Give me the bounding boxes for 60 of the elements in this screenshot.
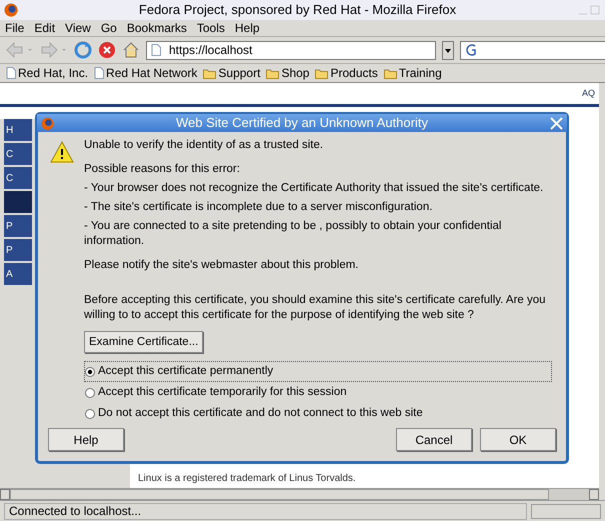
menu-item[interactable]: Help: [234, 19, 260, 37]
bookmark-item[interactable]: Red Hat, Inc.: [6, 64, 88, 82]
dialog-button[interactable]: Cancel: [396, 428, 472, 451]
dialog-title: Web Site Certified by an Unknown Authority: [175, 114, 429, 132]
close-icon[interactable]: [550, 116, 563, 130]
radio-button[interactable]: [85, 408, 95, 418]
bookmark-item[interactable]: Red Hat Network: [94, 64, 198, 82]
menu-item[interactable]: Go: [100, 19, 117, 37]
headline-text: Unable to verify the identity of as a trusted site.: [84, 138, 324, 153]
folder-icon: [266, 68, 280, 78]
home-icon[interactable]: [122, 41, 140, 59]
menu-item[interactable]: File: [5, 19, 24, 37]
nav-item[interactable]: P: [4, 215, 32, 237]
page-icon: [151, 44, 161, 56]
nav-item[interactable]: C: [4, 143, 32, 165]
dialog-paragraph: - You are connected to a site pretending to be , possibly to obtain your confidential information.: [84, 219, 502, 249]
dialog-paragraph: Please notify the site's webmaster about this problem.: [84, 258, 360, 273]
nav-item[interactable]: C: [4, 167, 32, 189]
bookmark-item[interactable]: Products: [315, 64, 378, 82]
radio-button[interactable]: [85, 388, 95, 398]
question-text: Before accepting this certificate, you should examine this site's certificate carefully. Are you willing to to accept this certificate for the purpose of identifying the web site ?: [84, 293, 547, 323]
menu-item[interactable]: Bookmarks: [126, 19, 187, 37]
address-field[interactable]: https://localhost: [146, 40, 436, 60]
reload-icon[interactable]: [74, 41, 92, 59]
examine-certificate-button[interactable]: Examine Certificate...: [84, 331, 204, 353]
page-icon: [94, 67, 104, 79]
window-title: Fedora Project, sponsored by Red Hat - Mozilla Firefox: [138, 1, 458, 20]
status-panel: [531, 504, 601, 518]
radio-option[interactable]: Accept this certificate temporarily for this session: [84, 382, 552, 403]
search-field[interactable]: [460, 40, 605, 60]
bookmark-item[interactable]: Training: [384, 64, 442, 82]
stop-icon[interactable]: [98, 41, 116, 59]
help-button[interactable]: Help: [48, 428, 124, 451]
menu-item[interactable]: Edit: [34, 19, 56, 37]
folder-icon: [203, 68, 216, 78]
warning-icon: [50, 141, 74, 163]
firefox-icon: [4, 3, 18, 17]
page-icon: [6, 67, 16, 79]
dialog-paragraph: Possible reasons for this error:: [84, 162, 241, 177]
horizontal-scrollbar[interactable]: [0, 488, 599, 500]
search-engine-icon: [465, 43, 479, 57]
folder-icon: [384, 68, 397, 78]
bookmark-item[interactable]: Shop: [266, 64, 310, 82]
radio-option[interactable]: Do not accept this certificate and do not connect to this web site: [84, 403, 552, 424]
menu-item[interactable]: View: [65, 19, 91, 37]
radio-option[interactable]: Accept this certificate permanently: [84, 361, 552, 382]
nav-item[interactable]: A: [4, 263, 32, 285]
folder-icon: [315, 68, 328, 78]
dialog-paragraph: - The site's certificate is incomplete due to a server misconfiguration.: [84, 200, 434, 215]
trademark-text: Linux is a registered trademark of Linus Torvalds.: [138, 472, 357, 486]
status-text: Connected to localhost...: [4, 502, 527, 520]
nav-link[interactable]: AQ: [582, 86, 595, 100]
radio-button[interactable]: [85, 366, 95, 376]
dialog-paragraph: - Your browser does not recognize the Certificate Authority that issued the site's certificate.: [84, 181, 544, 196]
nav-item[interactable]: H: [4, 119, 32, 141]
firefox-icon: [41, 116, 54, 130]
menu-item[interactable]: Tools: [196, 19, 225, 37]
nav-item[interactable]: P: [4, 239, 32, 261]
bookmark-item[interactable]: Support: [203, 64, 260, 82]
dialog-button[interactable]: OK: [480, 428, 556, 451]
